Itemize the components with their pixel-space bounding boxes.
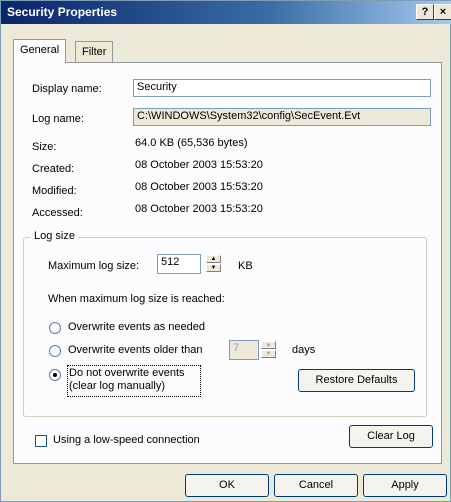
log-size-group-label: Log size [31,230,78,242]
ok-button[interactable]: OK [185,474,269,497]
accessed-value: 08 October 2003 15:53:20 [135,203,263,215]
overwrite-older-than-label[interactable]: Overwrite events older than [68,344,203,356]
days-unit: days [292,344,316,356]
log-name-label: Log name: [32,113,84,125]
created-label: Created: [32,163,75,175]
cancel-button[interactable]: Cancel [274,474,358,497]
accessed-label: Accessed: [32,207,83,219]
display-name-input[interactable]: Security [133,79,431,97]
tab-filter[interactable]: Filter [75,41,114,62]
window-title: Security Properties [7,5,118,19]
apply-button[interactable]: Apply [363,474,447,497]
security-properties-dialog: Security Properties ? × General Filter D… [0,0,451,502]
do-not-overwrite-label[interactable]: Do not overwrite events [69,367,185,379]
overwrite-older-than-radio[interactable] [49,345,61,357]
days-input[interactable]: 7 [229,340,259,360]
max-log-size-up-button[interactable]: ▲ [206,255,221,263]
tab-general[interactable]: General [13,39,67,63]
clear-log-manually-label[interactable]: (clear log manually) [69,380,165,392]
days-up-button[interactable]: ▲ [261,341,276,349]
max-log-size-label: Maximum log size: [48,260,140,272]
modified-value: 08 October 2003 15:53:20 [135,181,263,193]
clear-log-button[interactable]: Clear Log [349,425,433,448]
modified-label: Modified: [32,185,77,197]
title-bar[interactable]: Security Properties ? × [1,1,451,24]
max-log-size-down-button[interactable]: ▼ [206,264,221,272]
close-button[interactable]: × [434,4,451,20]
max-log-size-unit: KB [238,260,253,272]
restore-defaults-button[interactable]: Restore Defaults [298,369,415,392]
overwrite-as-needed-label[interactable]: Overwrite events as needed [68,321,205,333]
days-down-button[interactable]: ▼ [261,350,276,358]
reached-label: When maximum log size is reached: [48,293,225,305]
size-value: 64.0 KB (65,536 bytes) [135,137,248,149]
do-not-overwrite-radio[interactable] [49,369,61,381]
max-log-size-input[interactable]: 512 [157,254,201,274]
size-label: Size: [32,141,57,153]
display-name-label: Display name: [32,83,102,95]
created-value: 08 October 2003 15:53:20 [135,159,263,171]
log-name-field: C:\WINDOWS\System32\config\SecEvent.Evt [133,108,431,126]
low-speed-label[interactable]: Using a low-speed connection [53,434,200,446]
help-button[interactable]: ? [416,4,434,20]
overwrite-as-needed-radio[interactable] [49,322,61,334]
low-speed-checkbox[interactable] [35,435,47,447]
